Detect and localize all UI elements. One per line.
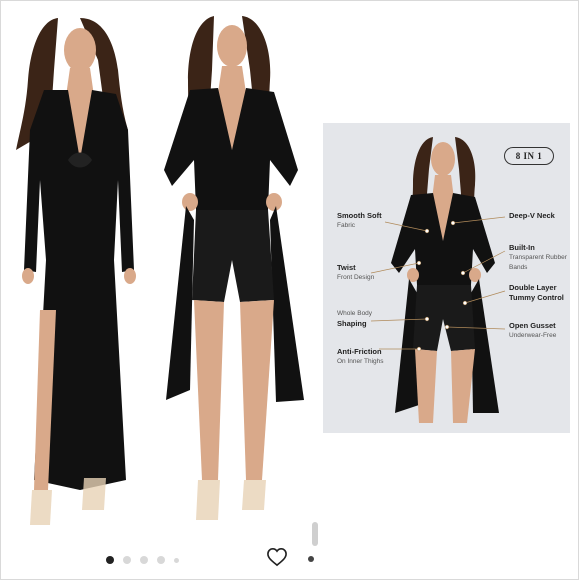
feature-title: Shaping: [337, 319, 367, 328]
feature-title: Twist: [337, 263, 356, 272]
page-dot[interactable]: [140, 556, 148, 564]
product-photo-shorts[interactable]: [146, 10, 312, 530]
model-dress-figure: [10, 10, 144, 530]
feature-title: Double Layer Tummy Control: [509, 283, 564, 302]
feature-sub: Transparent Rubber Bands: [509, 254, 567, 271]
feature-title: Built-In: [509, 243, 535, 252]
feature-title: Deep-V Neck: [509, 211, 555, 220]
gallery-pagination: [106, 556, 179, 564]
page-dot[interactable]: [106, 556, 114, 564]
feature-deep-v-neck: Deep-V Neck: [509, 211, 555, 221]
feature-built-in: Built-In Transparent Rubber Bands: [509, 243, 567, 273]
favorite-heart-icon[interactable]: [266, 547, 288, 567]
scroll-handle[interactable]: [312, 522, 318, 546]
model-shorts-figure: [146, 10, 312, 530]
page-dot[interactable]: [157, 556, 165, 564]
edge-indicator-dot: [308, 556, 314, 562]
page-dot[interactable]: [123, 556, 131, 564]
feature-pre: Whole Body: [337, 310, 373, 317]
feature-smooth-soft: Smooth Soft Fabric: [337, 211, 382, 231]
feature-title: Smooth Soft: [337, 211, 382, 220]
feature-sub: Fabric: [337, 222, 356, 229]
feature-sub: On Inner Thighs: [337, 358, 384, 365]
feature-twist: Twist Front Design: [337, 263, 374, 283]
feature-title: Open Gusset: [509, 321, 556, 330]
feature-title: Anti-Friction: [337, 347, 382, 356]
feature-sub: Front Design: [337, 274, 375, 281]
page-dot[interactable]: [174, 557, 179, 563]
feature-anti-friction: Anti-Friction On Inner Thighs: [337, 347, 384, 367]
features-infographic[interactable]: 8 IN 1 Smooth Soft Fabric Twist Front De…: [323, 123, 570, 433]
feature-open-gusset: Open Gusset Underwear-Free: [509, 321, 567, 341]
feature-sub: Underwear-Free: [509, 332, 557, 339]
feature-shaping: Whole Body Shaping: [337, 309, 372, 329]
feature-double-layer: Double Layer Tummy Control: [509, 283, 569, 303]
product-photo-dress[interactable]: [10, 10, 144, 530]
